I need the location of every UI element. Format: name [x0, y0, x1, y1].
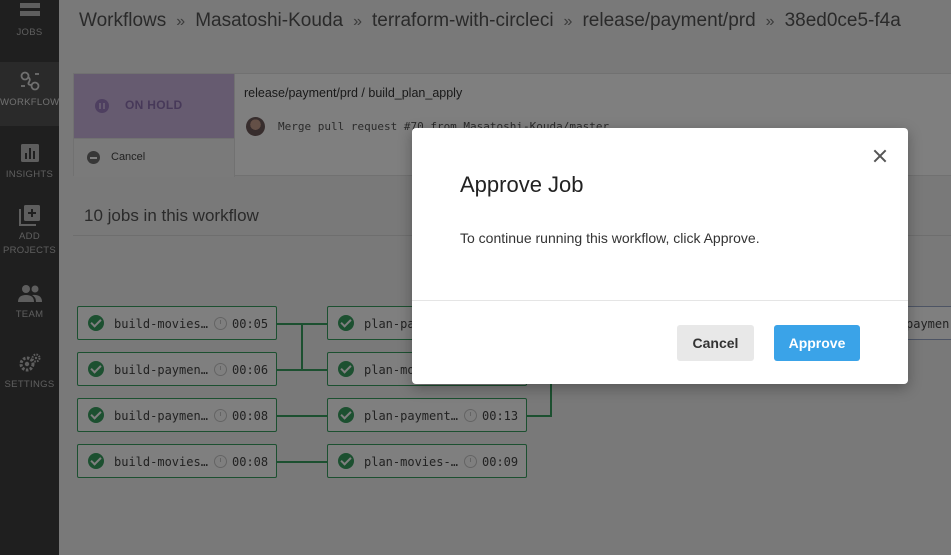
approve-job-dialog: Approve Job To continue running this wor…	[412, 128, 908, 384]
dialog-title: Approve Job	[460, 172, 584, 197]
close-icon[interactable]	[870, 146, 890, 166]
cancel-button[interactable]: Cancel	[677, 325, 754, 361]
dialog-message: To continue running this workflow, click…	[460, 230, 760, 246]
approve-button[interactable]: Approve	[774, 325, 860, 361]
divider	[412, 300, 908, 301]
